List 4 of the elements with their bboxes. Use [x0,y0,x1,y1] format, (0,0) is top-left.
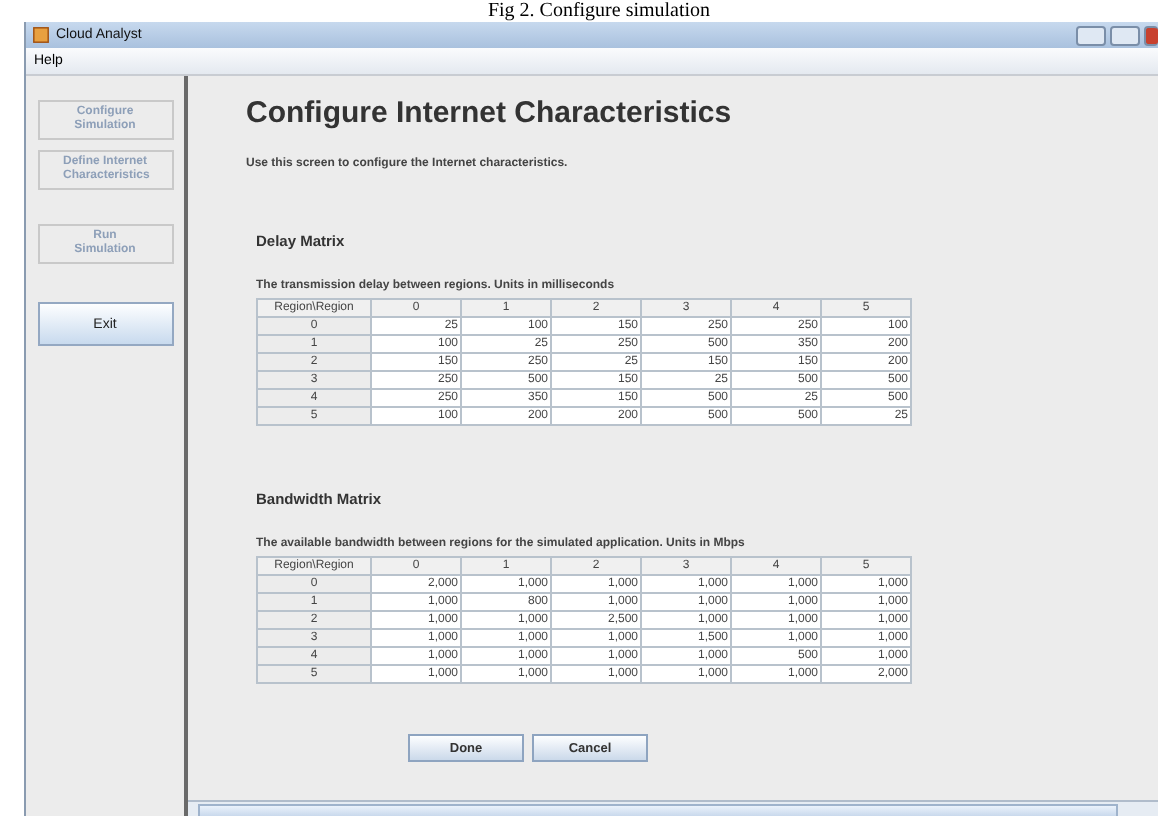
page-heading: Configure Internet Characteristics [246,96,734,130]
minimize-button[interactable] [1076,25,1106,45]
maximize-button[interactable] [1110,25,1140,45]
close-button[interactable] [1144,25,1158,45]
